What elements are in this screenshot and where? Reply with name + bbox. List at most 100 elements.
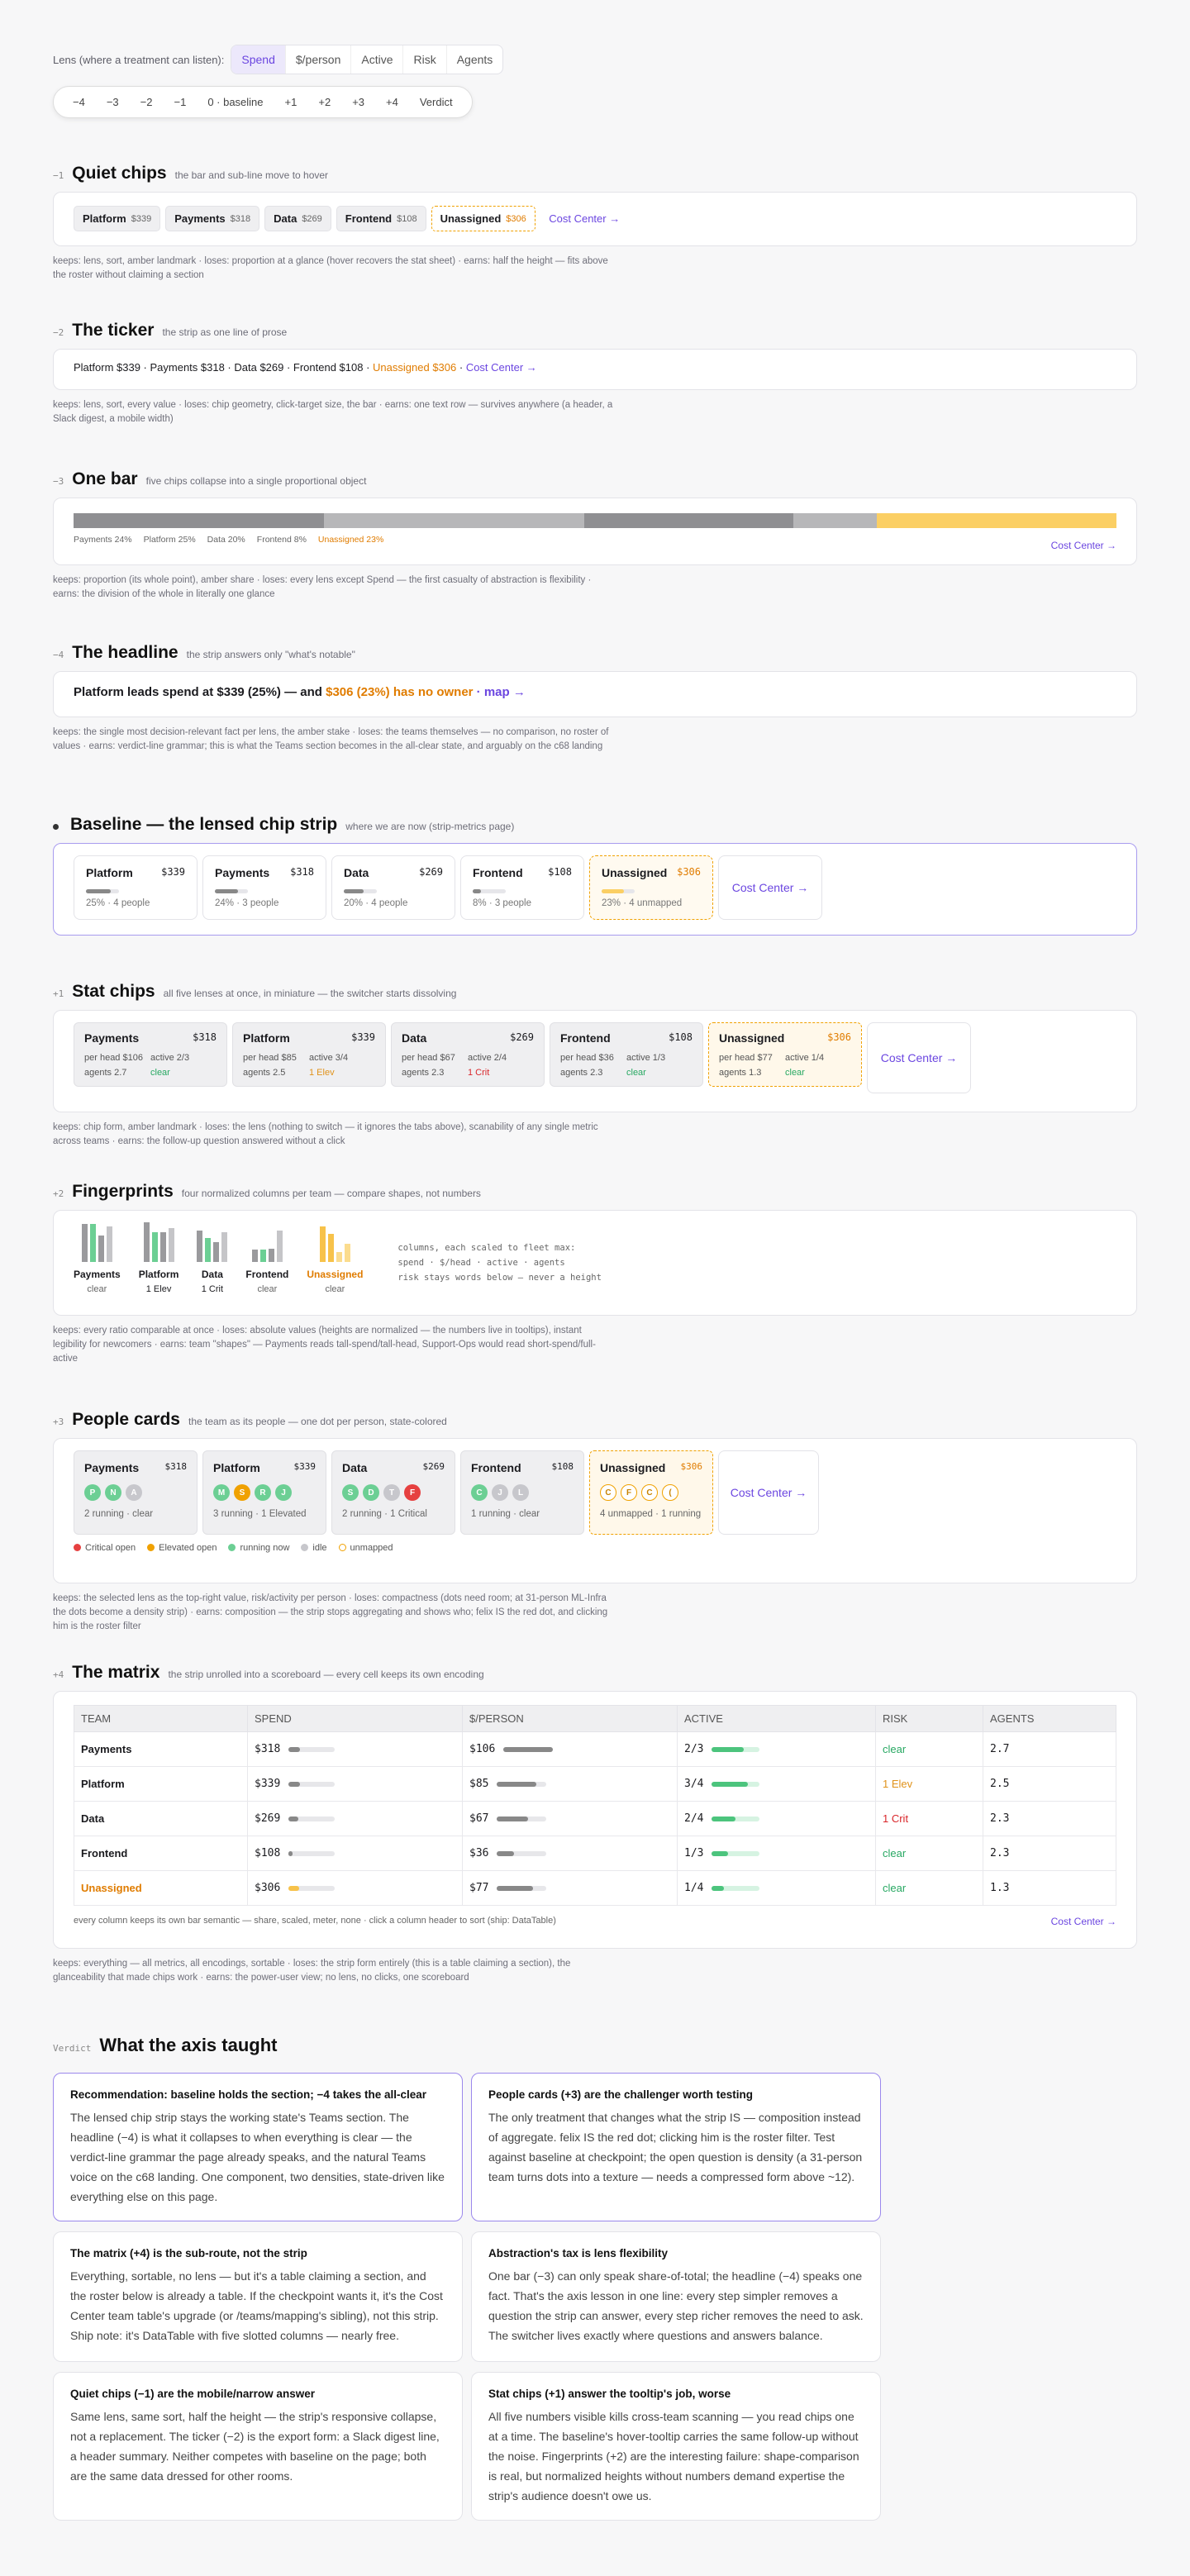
team-matrix-table: TEAM SPEND $/PERSON ACTIVE RISK AGENTS P… — [74, 1705, 1116, 1906]
team-chip[interactable]: Data $269 20% · 4 people — [331, 855, 455, 920]
table-row[interactable]: Data $269 $67 2/4 1 Crit 2.3 — [74, 1801, 1116, 1836]
quiet-chip[interactable]: Frontend $108 — [336, 206, 426, 231]
quiet-chip[interactable]: Data $269 — [264, 206, 331, 231]
people-card-unassigned[interactable]: Unassigned $306 C F C(4 unmapped · 1 running — [589, 1450, 713, 1535]
axis-link[interactable]: +2 — [309, 92, 340, 112]
fingerprint[interactable]: Platform 1 Elev — [139, 1222, 178, 1294]
axis-link[interactable]: +4 — [377, 92, 407, 112]
people-card[interactable]: Platform $339 M S R J 3 running · 1 Elevated — [202, 1450, 326, 1535]
bar-segment-unassigned[interactable] — [876, 513, 1116, 528]
column-header-risk[interactable]: RISK — [875, 1705, 983, 1732]
stat-chip[interactable]: Frontend $108 per head $36 active 1/3 agents… — [550, 1022, 703, 1087]
map-link[interactable]: · map → — [474, 685, 526, 699]
team-chip[interactable]: Frontend $108 8% · 3 people — [460, 855, 584, 920]
stat-chip[interactable]: Payments $318 per head $106 active 2/3 agent… — [74, 1022, 227, 1087]
person-dot[interactable]: C — [641, 1484, 658, 1501]
bar-segment-platform[interactable] — [323, 513, 585, 528]
people-card[interactable]: Payments $318 P N A 2 running · clear — [74, 1450, 198, 1535]
section-title: The ticker — [72, 321, 155, 340]
team-chip-unassigned[interactable]: Unassigned $306 23% · 4 unmapped — [589, 855, 713, 920]
keeps-note: keeps: everything — all metrics, all enc… — [53, 1959, 571, 1983]
person-dot[interactable]: F — [404, 1484, 421, 1501]
quiet-chip[interactable]: Platform $339 — [74, 206, 161, 231]
stat-chip[interactable]: Platform $339 per head $85 active 3/4 agents… — [232, 1022, 386, 1087]
axis-link[interactable]: −3 — [98, 92, 128, 112]
fingerprint[interactable]: Data 1 Crit — [197, 1222, 228, 1294]
axis-link[interactable]: −4 — [64, 92, 94, 112]
person-dot[interactable]: S — [234, 1484, 250, 1501]
column-header-team[interactable]: TEAM — [74, 1705, 248, 1732]
keeps-note: keeps: every ratio comparable at once · … — [53, 1326, 596, 1364]
lens-tab-spend[interactable]: Spend — [231, 45, 286, 74]
fingerprint[interactable]: Frontend clear — [245, 1222, 288, 1294]
person-dot[interactable]: N — [105, 1484, 121, 1501]
section-subtitle: the strip as one line of prose — [162, 326, 288, 338]
team-chip[interactable]: Platform $339 25% · 4 people — [74, 855, 198, 920]
cost-center-link[interactable]: Cost Center → — [466, 361, 537, 374]
cost-center-link[interactable]: Cost Center → — [1051, 540, 1116, 551]
person-dot[interactable]: C — [600, 1484, 616, 1501]
table-row[interactable]: Payments $318 $106 2/3 clear 2.7 — [74, 1731, 1116, 1767]
lens-tab-risk[interactable]: Risk — [403, 45, 447, 74]
quiet-chip[interactable]: Payments $318 — [165, 206, 260, 231]
bar-segment-data[interactable] — [584, 513, 793, 528]
quiet-chip-unassigned[interactable]: Unassigned $306 — [431, 206, 536, 231]
cost-center-link[interactable]: Cost Center → — [718, 855, 822, 920]
person-dot[interactable]: A — [126, 1484, 142, 1501]
column-header-agents[interactable]: AGENTS — [983, 1705, 1116, 1732]
lens-tab-active[interactable]: Active — [351, 45, 404, 74]
person-dot[interactable]: C — [471, 1484, 488, 1501]
person-dot[interactable]: P — [84, 1484, 101, 1501]
table-row[interactable]: Frontend $108 $36 1/3 clear 2.3 — [74, 1836, 1116, 1871]
lens-row: Lens (where a treatment can listen): Spe… — [53, 45, 1137, 74]
lens-tab-per-person[interactable]: $/person — [286, 45, 352, 74]
bar-segment-frontend[interactable] — [793, 513, 877, 528]
column-header-per-person[interactable]: $/PERSON — [462, 1705, 678, 1732]
ticker-unassigned[interactable]: Unassigned $306 — [373, 361, 456, 374]
person-dot[interactable]: M — [213, 1484, 230, 1501]
team-chip[interactable]: Payments $318 24% · 3 people — [202, 855, 326, 920]
cost-center-link[interactable]: Cost Center → — [867, 1022, 971, 1093]
fingerprint-column — [259, 1250, 266, 1262]
axis-nav: −4 −3 −2 −1 0 · baseline +1 +2 +3 +4 Ver… — [53, 86, 473, 118]
column-header-active[interactable]: ACTIVE — [677, 1705, 876, 1732]
axis-link[interactable]: −1 — [164, 92, 195, 112]
lens-tab-agents[interactable]: Agents — [447, 45, 503, 74]
fingerprint[interactable]: Payments clear — [74, 1222, 121, 1294]
person-dot[interactable]: F — [621, 1484, 637, 1501]
keeps-note: keeps: the selected lens as the top-righ… — [53, 1593, 608, 1631]
stat-chip[interactable]: Data $269 per head $67 active 2/4 agents 2.3… — [391, 1022, 545, 1087]
person-dot[interactable]: ( — [662, 1484, 678, 1501]
table-row[interactable]: Platform $339 $85 3/4 1 Elev 2.5 — [74, 1766, 1116, 1802]
bar-label: Frontend 8% — [256, 535, 307, 545]
ticker-line: Platform $339 · Payments $318 · Data $26… — [53, 349, 1137, 390]
cost-center-link[interactable]: Cost Center → — [1051, 1916, 1116, 1927]
axis-link[interactable]: +1 — [276, 92, 307, 112]
person-dot[interactable]: R — [255, 1484, 271, 1501]
bar-label: Payments 24% — [74, 535, 132, 545]
fingerprint-column — [213, 1242, 220, 1262]
axis-link[interactable]: Verdict — [411, 92, 462, 112]
cost-center-link[interactable]: Cost Center → — [718, 1450, 819, 1535]
stat-chip-unassigned[interactable]: Unassigned $306 per head $77 active 1/4 agen… — [708, 1022, 862, 1087]
section-title: The matrix — [72, 1663, 160, 1682]
person-dot[interactable]: J — [275, 1484, 292, 1501]
cost-center-link[interactable]: Cost Center → — [549, 212, 620, 225]
section-subtitle: the team as its people — one dot per per… — [188, 1416, 447, 1427]
person-dot[interactable]: L — [512, 1484, 529, 1501]
bar-segment-payments[interactable] — [74, 513, 324, 528]
people-card[interactable]: Data $269 S D T F 2 running · 1 Critical — [331, 1450, 455, 1535]
axis-link[interactable]: +3 — [343, 92, 374, 112]
person-dot[interactable]: S — [342, 1484, 359, 1501]
person-dot[interactable]: D — [363, 1484, 379, 1501]
axis-link[interactable]: 0 · baseline — [198, 92, 272, 112]
table-row[interactable]: Unassigned $306 $77 1/4 clear 1.3 — [74, 1870, 1116, 1906]
column-header-spend[interactable]: SPEND — [247, 1705, 463, 1732]
people-card[interactable]: Frontend $108 C J L 1 running · clear — [460, 1450, 584, 1535]
fingerprint[interactable]: Unassigned clear — [307, 1222, 363, 1294]
person-dot[interactable]: J — [492, 1484, 508, 1501]
person-dot[interactable]: T — [383, 1484, 400, 1501]
axis-link[interactable]: −2 — [131, 92, 162, 112]
section-subtitle: all five lenses at once, in miniature — … — [163, 988, 457, 999]
section-number: −4 — [53, 650, 64, 660]
